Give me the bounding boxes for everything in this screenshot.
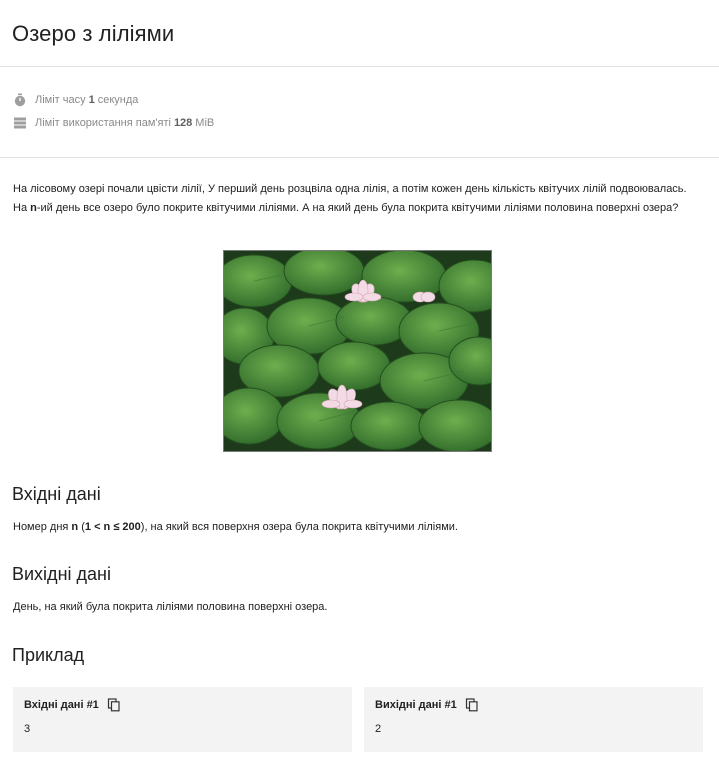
limits-panel: Ліміт часу 1 секунда Ліміт використання …	[0, 67, 719, 158]
example-input-value: 3	[24, 723, 31, 735]
memory-limit-label: Ліміт використання пам'яті	[35, 117, 171, 129]
example-input-box: Вхідні дані #1 3	[13, 687, 352, 752]
example-input-header: Вхідні дані #1	[24, 698, 121, 712]
example-output-label: Вихідні дані #1	[375, 699, 457, 711]
input-section-heading: Вхідні дані	[12, 484, 101, 504]
memory-limit-value: 128	[173, 117, 193, 129]
memory-limit-unit: MiB	[195, 117, 215, 129]
problem-header: Озеро з ліліями	[0, 0, 719, 67]
output-section-text: День, на який була покрита ліліями полов…	[13, 601, 328, 613]
time-limit: Ліміт часу 1 секунда	[13, 92, 138, 108]
memory-limit: Ліміт використання пам'яті 128 MiB	[13, 115, 214, 131]
copy-icon[interactable]	[107, 698, 121, 712]
example-output-header: Вихідні дані #1	[375, 698, 479, 712]
stopwatch-icon	[13, 93, 27, 107]
statement-n: n	[30, 201, 37, 214]
memory-stack-icon	[13, 116, 27, 130]
page-title: Озеро з ліліями	[12, 21, 175, 46]
example-output-value: 2	[375, 723, 382, 735]
example-input-label: Вхідні дані #1	[24, 699, 99, 711]
example-heading: Приклад	[12, 645, 85, 665]
problem-statement: На лісовому озері почали цвісти лілії, У…	[13, 183, 687, 214]
time-limit-label: Ліміт часу	[35, 94, 86, 106]
example-output-box: Вихідні дані #1 2	[364, 687, 703, 752]
output-section-heading: Вихідні дані	[12, 564, 111, 584]
water-lilies-image	[223, 250, 492, 452]
time-limit-unit: секунда	[97, 94, 139, 106]
time-limit-value: 1	[88, 94, 95, 106]
input-section-text: Номер дня n (1 < n ≤ 200), на який вся п…	[13, 521, 458, 533]
copy-icon[interactable]	[465, 698, 479, 712]
